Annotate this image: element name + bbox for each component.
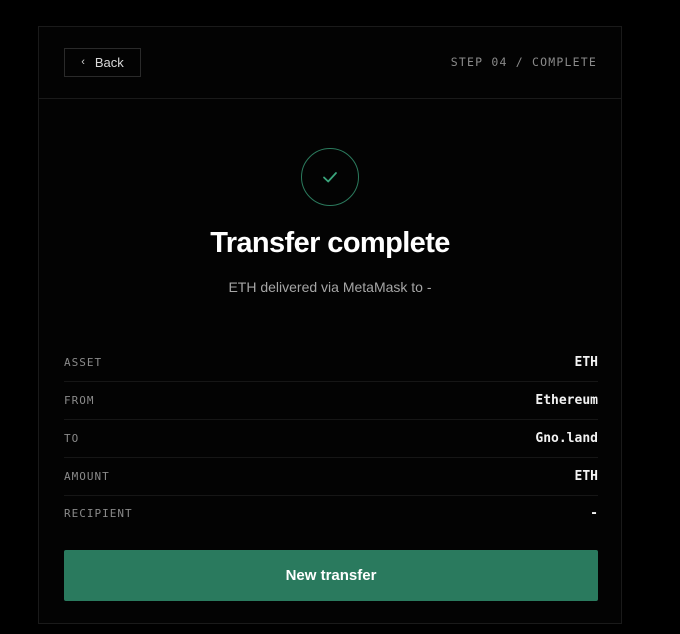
- detail-row-asset: ASSET ETH: [64, 344, 598, 382]
- detail-value: ETH: [574, 355, 598, 370]
- back-button-label: Back: [94, 55, 124, 70]
- detail-label: RECIPIENT: [64, 506, 133, 520]
- detail-row-from: FROM Ethereum: [64, 382, 598, 420]
- detail-value: -: [590, 505, 598, 521]
- step-indicator: STEP 04 / COMPLETE: [450, 55, 597, 69]
- detail-label: ASSET: [64, 356, 103, 369]
- detail-row-to: TO Gno.land: [64, 420, 598, 458]
- check-icon: [323, 172, 337, 183]
- detail-value: Ethereum: [535, 393, 598, 408]
- detail-label: FROM: [64, 394, 95, 407]
- detail-label: AMOUNT: [64, 470, 110, 483]
- page-title: Transfer complete: [210, 227, 450, 259]
- detail-value: ETH: [574, 469, 598, 484]
- transfer-complete-card: ‹ Back STEP 04 / COMPLETE Transfer compl…: [38, 26, 622, 624]
- success-circle: [301, 148, 359, 206]
- page-subtitle: ETH delivered via MetaMask to -: [228, 279, 432, 295]
- new-transfer-button[interactable]: New transfer: [64, 550, 598, 601]
- detail-label: TO: [64, 432, 80, 445]
- chevron-left-icon: ‹: [81, 55, 85, 68]
- detail-value: Gno.land: [535, 431, 598, 446]
- detail-row-amount: AMOUNT ETH: [64, 458, 598, 496]
- detail-row-recipient: RECIPIENT -: [64, 496, 598, 530]
- transfer-details: ASSET ETH FROM Ethereum TO Gno.land AMOU…: [64, 344, 598, 530]
- back-button[interactable]: ‹ Back: [64, 48, 141, 77]
- card-header: ‹ Back STEP 04 / COMPLETE: [39, 27, 621, 99]
